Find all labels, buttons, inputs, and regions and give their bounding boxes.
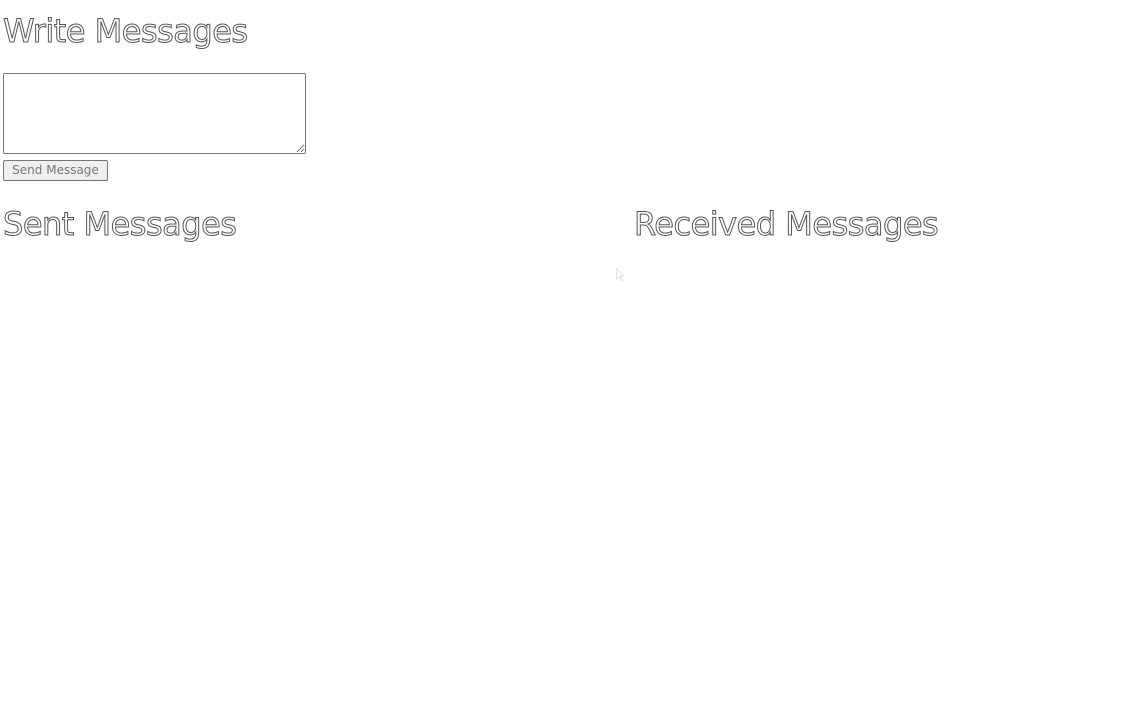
write-messages-heading: Write Messages	[3, 12, 249, 51]
send-message-button[interactable]: Send Message	[3, 160, 108, 181]
page: Write Messages Send Message Sent Message…	[0, 0, 1144, 720]
sent-messages-heading: Sent Messages	[2, 205, 237, 244]
message-textarea[interactable]	[3, 73, 306, 154]
sent-messages-list	[3, 245, 603, 705]
mouse-pointer-icon	[616, 268, 624, 282]
received-messages-list	[634, 245, 1134, 705]
received-messages-heading: Received Messages	[633, 205, 939, 244]
